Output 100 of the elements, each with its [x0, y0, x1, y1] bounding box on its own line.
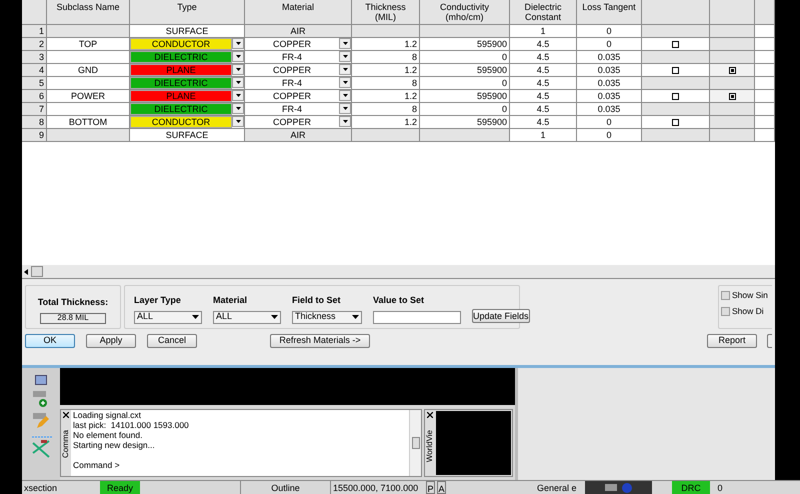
scrollbar[interactable] — [22, 265, 775, 279]
status-count: 0 — [716, 482, 724, 494]
table-cell: 0.035 — [577, 103, 642, 116]
layer-type[interactable]: DIELECTRIC — [130, 103, 232, 115]
column-header[interactable]: Thickness (MIL) — [352, 0, 420, 25]
column-header[interactable]: Loss Tangent — [577, 0, 642, 25]
dropdown-arrow-icon[interactable] — [192, 315, 199, 319]
console-line: Loading signal.cxt — [73, 410, 142, 420]
filter-label: Material — [213, 294, 248, 307]
network-icon[interactable] — [30, 435, 52, 459]
checkbox[interactable] — [672, 66, 679, 74]
table-cell: 8 — [352, 51, 420, 64]
table-cell: POWER — [47, 90, 130, 103]
row-number: 7 — [22, 103, 47, 116]
layer-type[interactable]: DIELECTRIC — [130, 51, 232, 63]
dialog-button[interactable]: Cancel — [147, 334, 197, 348]
checkbox[interactable] — [672, 118, 679, 126]
checkbox[interactable] — [672, 92, 679, 100]
report-button[interactable]: Report — [707, 334, 757, 348]
table-cell: 4.5 — [510, 90, 577, 103]
table-cell: 595900 — [420, 116, 510, 129]
table-cell: 0 — [420, 51, 510, 64]
row-number: 2 — [22, 38, 47, 51]
close-icon[interactable] — [63, 412, 69, 418]
checkbox[interactable] — [721, 290, 730, 300]
material-value[interactable]: COPPER — [245, 64, 339, 76]
command-prompt[interactable]: Command > — [73, 460, 407, 470]
table-cell: 4.5 — [510, 77, 577, 90]
scroll-thumb-icon[interactable] — [31, 266, 43, 277]
dropdown-arrow-icon[interactable] — [352, 315, 359, 319]
row-number: 4 — [22, 64, 47, 77]
status-ready: Ready — [100, 481, 140, 494]
table-cell: 0 — [420, 103, 510, 116]
checkbox[interactable] — [672, 40, 679, 48]
update-fields-button[interactable]: Update Fields — [472, 309, 530, 323]
checkbox-label: Show Sin — [732, 289, 768, 302]
column-header[interactable]: Type — [130, 0, 245, 25]
table-cell: 4.5 — [510, 38, 577, 51]
checkbox[interactable] — [721, 306, 730, 316]
material-value[interactable]: FR-4 — [245, 77, 339, 89]
console-line: last pick: 14101.000 1593.000 — [73, 420, 190, 430]
layer-type[interactable]: PLANE — [130, 90, 232, 102]
scrollbar[interactable] — [409, 410, 421, 476]
dropdown[interactable]: ALL — [213, 310, 281, 324]
material-value[interactable]: FR-4 — [245, 103, 339, 115]
column-header[interactable]: Material — [245, 0, 352, 25]
header-cell — [22, 0, 47, 25]
column-header[interactable]: Dielectric Constant — [510, 0, 577, 25]
table-cell: 1 — [510, 129, 577, 142]
worldview-tab[interactable]: WorldVie — [424, 430, 436, 462]
status-command: xsection — [23, 482, 58, 494]
column-header[interactable]: Conductivity (mho/cm) — [420, 0, 510, 25]
status-mode: Outline — [240, 481, 330, 494]
column-header[interactable]: Subclass Name — [47, 0, 130, 25]
table-cell — [710, 25, 755, 38]
row-number: 5 — [22, 77, 47, 90]
refresh-materials-button[interactable]: Refresh Materials -> — [270, 334, 370, 348]
add-text-icon[interactable] — [33, 391, 49, 407]
table-cell: 4.5 — [510, 103, 577, 116]
filter-label: Field to Set — [292, 294, 342, 307]
filter-label: Layer Type — [134, 294, 182, 307]
row-number: 6 — [22, 90, 47, 103]
layer-type[interactable]: DIELECTRIC — [130, 77, 232, 89]
dropdown[interactable]: ALL — [134, 310, 202, 324]
material-value[interactable]: COPPER — [245, 38, 339, 50]
close-icon[interactable] — [427, 412, 433, 418]
table-cell: 0 — [577, 25, 642, 38]
table-cell: 595900 — [420, 38, 510, 51]
value-field[interactable] — [373, 310, 461, 324]
dialog-button[interactable]: Apply — [86, 334, 136, 348]
checkbox[interactable] — [728, 92, 736, 100]
dialog-button[interactable]: OK — [25, 334, 75, 348]
p-button[interactable]: P — [426, 481, 435, 494]
material-value[interactable]: FR-4 — [245, 51, 339, 63]
left-arrow-icon[interactable] — [24, 268, 28, 274]
layer-type[interactable]: CONDUCTOR — [130, 38, 232, 50]
table-cell — [755, 77, 775, 90]
dropdown-arrow-icon[interactable] — [271, 315, 278, 319]
row-number: 8 — [22, 116, 47, 129]
dropdown[interactable]: Thickness — [292, 310, 362, 324]
total-thickness-label: Total Thickness: — [38, 296, 108, 309]
table-cell: 0 — [420, 77, 510, 90]
material-value[interactable]: COPPER — [245, 116, 339, 128]
checkbox[interactable] — [728, 66, 736, 74]
table-cell: 1 — [510, 25, 577, 38]
console-line: No element found. — [73, 430, 144, 440]
status-coordinates: 15500.000, 7100.000 — [330, 481, 425, 494]
table-cell: 1.2 — [352, 90, 420, 103]
layer-type[interactable]: CONDUCTOR — [130, 116, 232, 128]
material-value: AIR — [289, 25, 306, 37]
material-value[interactable]: COPPER — [245, 90, 339, 102]
table-cell: 4.5 — [510, 64, 577, 77]
rectangle-icon[interactable] — [35, 375, 47, 385]
layer-type[interactable]: PLANE — [130, 64, 232, 76]
table-cell: 595900 — [420, 90, 510, 103]
a-button[interactable]: A — [437, 481, 446, 494]
table-cell: 4.5 — [510, 51, 577, 64]
material-value: AIR — [289, 129, 306, 141]
table-cell: TOP — [47, 38, 130, 51]
table-cell — [710, 129, 755, 142]
